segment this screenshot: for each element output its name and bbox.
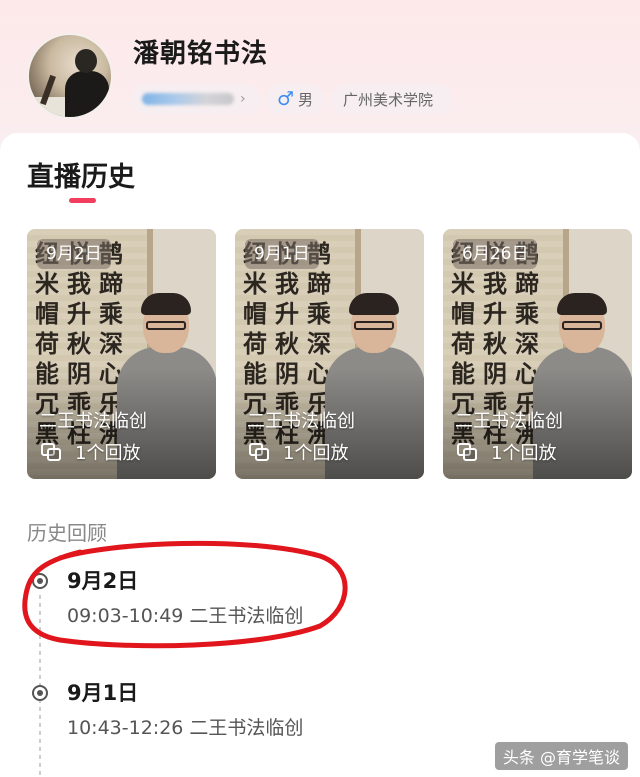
timeline-dot bbox=[32, 573, 48, 589]
replay-count: 1个回放 bbox=[249, 439, 348, 465]
live-thumb-3[interactable]: 纽米帽荷能冗黑 悦我升秋阴乖柱 鹊蹄乘深心乐沸 6月26日 二王书法临创 1个回… bbox=[443, 229, 632, 479]
replay-label: 1个回放 bbox=[283, 443, 349, 464]
timeline-date[interactable]: 9月2日 bbox=[67, 565, 138, 595]
blurred-account-tag[interactable]: › bbox=[131, 84, 259, 114]
section-title: 直播历史 bbox=[27, 162, 135, 193]
live-thumb-2[interactable]: 纽米帽荷能冗黑 悦我升秋阴乖柱 鹊蹄乘深心乐沸 9月1日 二王书法临创 1个回放 bbox=[235, 229, 424, 479]
school-label: 广州美术学院 bbox=[343, 90, 434, 109]
gender-label: 男 bbox=[298, 90, 314, 109]
replay-icon bbox=[41, 443, 61, 461]
replay-icon bbox=[249, 443, 269, 461]
timeline-desc[interactable]: 09:03-10:49 二王书法临创 bbox=[67, 601, 303, 628]
gender-tag: ♂ 男 bbox=[266, 84, 324, 114]
profile-name: 潘朝铭书法 bbox=[133, 39, 269, 69]
replay-count: 1个回放 bbox=[41, 439, 140, 465]
history-review-label: 历史回顾 bbox=[27, 521, 107, 545]
watermark: 头条 @育学笔谈 bbox=[494, 742, 628, 770]
chevron-right-icon: › bbox=[240, 91, 246, 107]
replay-label: 1个回放 bbox=[491, 443, 557, 464]
timeline-dot bbox=[32, 685, 48, 701]
timeline-date[interactable]: 9月1日 bbox=[67, 677, 138, 707]
date-badge: 6月26日 bbox=[453, 239, 538, 269]
thumb-title: 二王书法临创 bbox=[39, 411, 147, 432]
replay-count: 1个回放 bbox=[457, 439, 556, 465]
live-history-card: 直播历史 纽米帽荷能冗黑 悦我升秋阴乖柱 鹊蹄乘深心乐沸 9月2日 二王书法临创… bbox=[0, 133, 640, 777]
male-icon: ♂ bbox=[277, 88, 295, 110]
profile-header: 潘朝铭书法 › ♂ 男 广州美术学院 bbox=[0, 0, 640, 135]
thumb-title: 二王书法临创 bbox=[455, 411, 563, 432]
live-thumb-1[interactable]: 纽米帽荷能冗黑 悦我升秋阴乖柱 鹊蹄乘深心乐沸 9月2日 二王书法临创 1个回放 bbox=[27, 229, 216, 479]
date-badge: 9月1日 bbox=[245, 239, 319, 269]
timeline-desc[interactable]: 10:43-12:26 二王书法临创 bbox=[67, 713, 303, 740]
avatar[interactable] bbox=[27, 33, 113, 119]
replay-label: 1个回放 bbox=[75, 443, 141, 464]
replay-icon bbox=[457, 443, 477, 461]
date-badge: 9月2日 bbox=[37, 239, 111, 269]
school-tag: 广州美术学院 bbox=[332, 84, 452, 114]
thumb-title: 二王书法临创 bbox=[247, 411, 355, 432]
title-underline bbox=[69, 198, 96, 203]
blurred-text bbox=[142, 93, 234, 105]
